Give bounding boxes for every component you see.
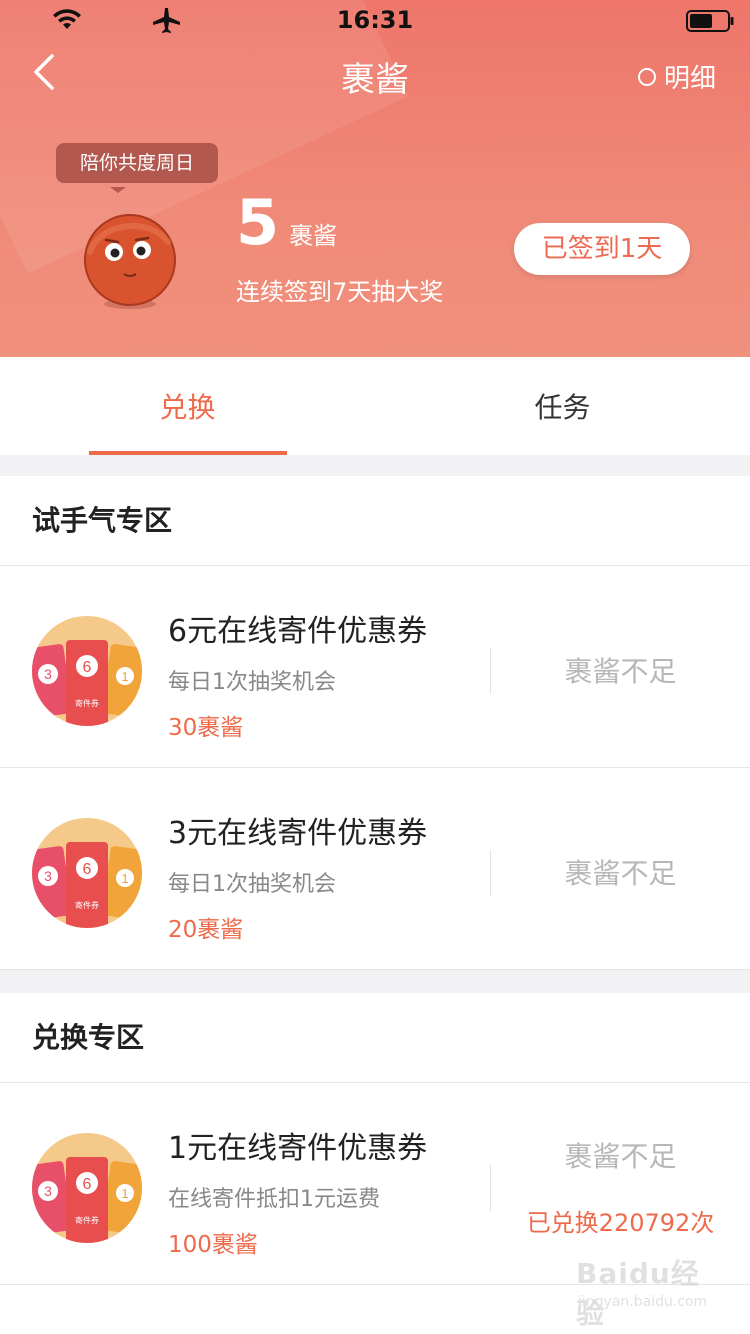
list-item[interactable]: 3 6 1 寄件券 3元在线寄件优惠券 每日1次抽奖机会 20裹酱 裹酱不足 xyxy=(0,768,750,970)
battery-icon xyxy=(686,10,734,32)
circle-icon xyxy=(637,67,656,86)
nav-bar: 裹酱 明细 xyxy=(0,40,750,108)
section-title: 兑换专区 xyxy=(0,993,750,1083)
item-desc: 每日1次抽奖机会 xyxy=(168,670,336,695)
svg-text:6: 6 xyxy=(83,659,92,676)
watermark-logo: Baidu经验 xyxy=(576,1257,700,1330)
detail-link[interactable]: 明细 xyxy=(637,58,716,95)
item-title: 1元在线寄件优惠券 xyxy=(168,1131,428,1166)
watermark: Baidu经验 jingyan.baidu.com xyxy=(576,1248,716,1330)
section-trial-luck: 试手气专区 3 6 1 寄件券 6元在线寄件优惠券 每日1次抽奖机会 30裹酱 … xyxy=(0,476,750,970)
item-cost: 20裹酱 xyxy=(168,917,244,943)
mascot-icon xyxy=(84,214,176,309)
tab-active-indicator xyxy=(89,451,287,455)
redeem-button[interactable]: 裹酱不足 xyxy=(491,852,750,892)
svg-text:3: 3 xyxy=(44,868,52,884)
item-desc: 每日1次抽奖机会 xyxy=(168,872,336,897)
section-title: 试手气专区 xyxy=(0,476,750,566)
svg-text:3: 3 xyxy=(44,666,52,682)
streak-text: 连续签到7天抽大奖 xyxy=(236,278,444,306)
detail-label: 明细 xyxy=(663,64,716,94)
svg-text:1: 1 xyxy=(121,1186,128,1201)
svg-text:寄件券: 寄件券 xyxy=(75,900,99,910)
item-cost: 100裹酱 xyxy=(168,1232,258,1258)
signin-button[interactable]: 已签到1天 xyxy=(514,223,690,275)
tab-bar: 兑换 任务 xyxy=(0,357,750,455)
svg-text:寄件券: 寄件券 xyxy=(75,698,99,708)
mascot-speech-bubble: 陪你共度周日 xyxy=(56,143,219,193)
status-bar: 16:31 xyxy=(0,0,750,40)
item-title: 3元在线寄件优惠券 xyxy=(168,816,428,851)
svg-text:1: 1 xyxy=(121,871,128,886)
points-unit: 裹酱 xyxy=(289,222,338,250)
item-cost: 30裹酱 xyxy=(168,715,244,741)
points-display: 5 裹酱 xyxy=(236,190,337,256)
coupon-icon: 3 6 1 寄件券 xyxy=(32,616,142,726)
tab-exchange[interactable]: 兑换 xyxy=(0,357,375,455)
points-value: 5 xyxy=(236,186,280,259)
coupon-icon: 3 6 1 寄件券 xyxy=(32,818,142,928)
svg-text:1: 1 xyxy=(121,669,128,684)
item-desc: 在线寄件抵扣1元运费 xyxy=(168,1187,380,1212)
svg-text:寄件券: 寄件券 xyxy=(75,1215,99,1225)
redeem-button[interactable]: 裹酱不足 xyxy=(491,1135,750,1175)
status-time: 16:31 xyxy=(336,6,414,34)
redeemed-count: 已兑换220792次 xyxy=(526,1209,715,1237)
header-banner: 16:31 裹酱 明细 陪你共度周日 5 裹酱 连续签到7天抽大奖 已签到1天 xyxy=(0,0,750,357)
watermark-url: jingyan.baidu.com xyxy=(578,1294,708,1310)
svg-text:6: 6 xyxy=(83,861,92,878)
svg-text:6: 6 xyxy=(83,1176,92,1193)
coupon-icon: 3 6 1 寄件券 xyxy=(32,1133,142,1243)
list-item[interactable]: 3 6 1 寄件券 6元在线寄件优惠券 每日1次抽奖机会 30裹酱 裹酱不足 xyxy=(0,566,750,768)
tab-tasks[interactable]: 任务 xyxy=(375,357,750,455)
redeem-button[interactable]: 裹酱不足 xyxy=(491,650,750,690)
svg-text:3: 3 xyxy=(44,1183,52,1199)
item-title: 6元在线寄件优惠券 xyxy=(168,614,428,649)
